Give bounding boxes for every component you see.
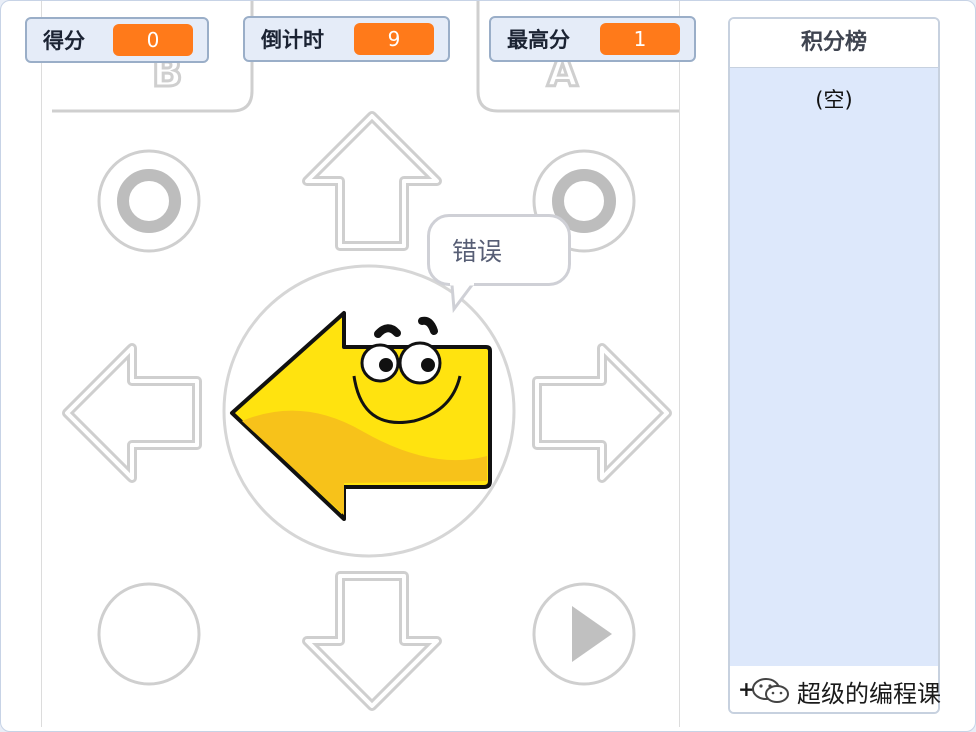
score-value: 0 [113,24,193,56]
speech-text: 错误 [452,237,503,266]
leaderboard-body[interactable]: (空) [730,68,938,666]
leaderboard-empty-text: (空) [815,88,853,112]
watermark: 超级的编程课 [751,673,941,709]
highscore-monitor: 最高分 1 [489,16,696,62]
countdown-monitor: 倒计时 9 [243,16,450,62]
countdown-label: 倒计时 [261,28,324,52]
game-stage: B A 得分 0 倒计时 9 最高分 1 错误 积分榜 (空) + 超级的编程课 [0,0,976,732]
blank-round-button [97,582,201,686]
controller-graphic: B A [52,1,679,711]
play-button[interactable] [532,582,636,686]
score-label: 得分 [43,29,85,53]
score-monitor: 得分 0 [25,17,209,63]
ring-button-left[interactable] [97,149,201,253]
highscore-value: 1 [600,23,680,55]
wechat-icon [752,678,789,703]
leaderboard-title: 积分榜 [730,19,938,68]
highscore-label: 最高分 [507,28,570,52]
countdown-value: 9 [354,23,434,55]
speech-bubble-tail [450,283,474,313]
controller-pad: B A [41,1,680,727]
watermark-text: 超级的编程课 [797,679,941,708]
speech-bubble: 错误 [427,214,571,286]
leaderboard-list: 积分榜 (空) + [728,17,940,714]
